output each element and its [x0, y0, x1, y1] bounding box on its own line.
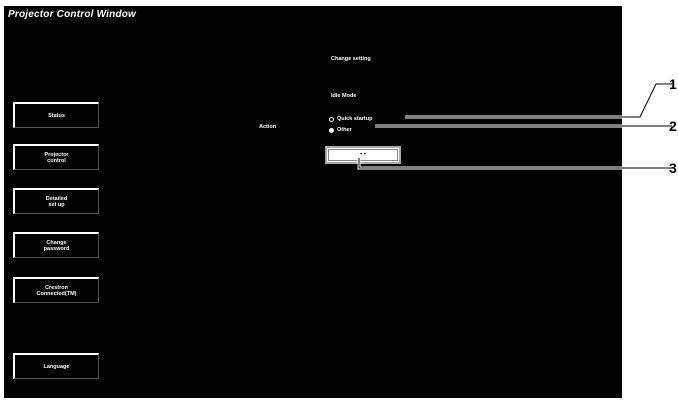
apply-button[interactable]: • • — [325, 146, 401, 164]
radio-button[interactable] — [329, 116, 334, 122]
option-label: Other — [337, 127, 352, 133]
sidebar-item-label: Connected(TM) — [36, 290, 77, 297]
option-label: Quick startup — [337, 116, 373, 122]
sidebar-item-label: set up — [48, 201, 65, 208]
setting-label-action: Action — [259, 124, 277, 130]
sidebar-item-label: Status — [48, 112, 65, 119]
radio-button-selected[interactable] — [329, 127, 334, 133]
sidebar-item-label: Language — [43, 363, 70, 370]
sidebar-item-label: control — [47, 157, 66, 164]
section-subheading: Idle Mode — [331, 93, 357, 99]
sidebar-item-crestron-connected[interactable]: Crestron Connected(TM) — [13, 277, 99, 303]
option-quick-startup[interactable]: Quick startup — [329, 116, 372, 122]
sidebar-item-language[interactable]: Language — [13, 353, 99, 379]
sidebar-item-status[interactable]: Status — [13, 102, 99, 128]
projector-control-window: Projector Control Window Status Projecto… — [4, 6, 622, 398]
sidebar-item-projector-control[interactable]: Projector control — [13, 144, 99, 170]
sidebar-item-change-password[interactable]: Change password — [13, 232, 99, 258]
apply-button-label: • • — [360, 152, 366, 158]
page-heading: Change setting — [331, 56, 371, 62]
window-title: Projector Control Window — [8, 9, 137, 20]
sidebar-item-label: password — [43, 245, 70, 252]
option-other[interactable]: Other — [329, 127, 352, 133]
sidebar-item-detailed-set-up[interactable]: Detailed set up — [13, 188, 99, 214]
callout-number-3: 3 — [669, 160, 677, 176]
apply-button-inner: • • — [328, 149, 398, 161]
callout-number-1: 1 — [669, 76, 677, 92]
callout-number-2: 2 — [669, 118, 677, 134]
